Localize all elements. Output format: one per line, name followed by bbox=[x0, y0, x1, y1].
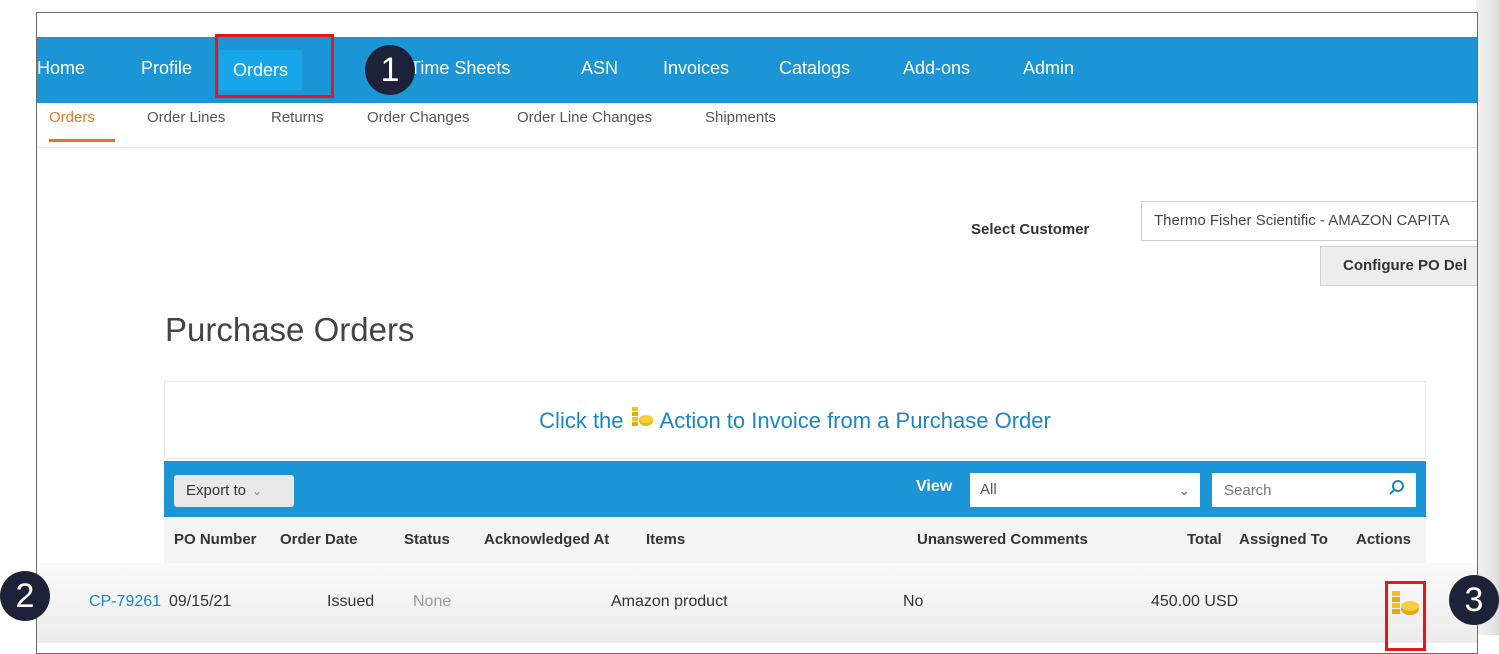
order-date-cell: 09/15/21 bbox=[169, 593, 232, 610]
nav-time-sheets[interactable]: /Time Sheets bbox=[405, 37, 510, 103]
table-row: CP-79261 09/15/21 Issued None Amazon pro… bbox=[37, 563, 1477, 643]
page-title: Purchase Orders bbox=[165, 311, 415, 348]
sub-nav: Orders Order Lines Returns Order Changes… bbox=[37, 103, 1477, 148]
nav-catalogs[interactable]: Catalogs bbox=[779, 37, 850, 103]
export-to-button[interactable]: Export to ⌄ bbox=[174, 475, 294, 507]
view-label: View bbox=[916, 478, 953, 495]
coins-icon bbox=[630, 383, 654, 461]
subnav-returns[interactable]: Returns bbox=[271, 109, 324, 126]
callout-badge-2: 2 bbox=[0, 571, 50, 621]
banner-text-after: Action to Invoice from a Purchase Order bbox=[659, 408, 1051, 433]
search-icon[interactable] bbox=[1388, 479, 1406, 502]
col-order-date[interactable]: Order Date bbox=[280, 531, 358, 548]
nav-profile[interactable]: Profile bbox=[141, 37, 192, 103]
items-cell: Amazon product bbox=[611, 593, 728, 610]
subnav-order-changes[interactable]: Order Changes bbox=[367, 109, 470, 126]
invoice-hint-banner: Click the Action to Invoice from a Purcha… bbox=[164, 381, 1426, 459]
po-number-link[interactable]: CP-79261 bbox=[89, 593, 161, 611]
col-acknowledged-at[interactable]: Acknowledged At bbox=[484, 531, 609, 548]
col-actions: Actions bbox=[1356, 531, 1412, 548]
col-status[interactable]: Status bbox=[404, 531, 450, 548]
nav-invoices[interactable]: Invoices bbox=[663, 37, 729, 103]
col-items[interactable]: Items bbox=[646, 531, 685, 548]
configure-po-delivery-button[interactable]: Configure PO Del bbox=[1320, 246, 1477, 286]
app-frame: Home Profile Orders /Time Sheets ASN Inv… bbox=[36, 12, 1478, 654]
page-edge-shadow bbox=[1476, 0, 1499, 635]
status-cell: Issued bbox=[327, 593, 375, 610]
search-input[interactable] bbox=[1212, 473, 1416, 507]
chevron-down-icon: ⌄ bbox=[1178, 482, 1190, 498]
nav-add-ons[interactable]: Add-ons bbox=[903, 37, 970, 103]
nav-home[interactable]: Home bbox=[37, 37, 85, 103]
view-select[interactable]: All ⌄ bbox=[970, 473, 1200, 507]
banner-text-before: Click the bbox=[539, 408, 624, 433]
table-header: PO Number Order Date Status Acknowledged… bbox=[164, 517, 1426, 563]
nav-admin[interactable]: Admin bbox=[1023, 37, 1074, 103]
total-cell: 450.00 USD bbox=[1151, 593, 1239, 610]
grid-toolbar: Export to ⌄ View All ⌄ bbox=[164, 461, 1426, 517]
subnav-active-underline bbox=[49, 139, 115, 142]
callout-badge-1: 1 bbox=[365, 45, 415, 95]
unanswered-comments-cell: No bbox=[903, 593, 924, 610]
col-unanswered-comments[interactable]: Unanswered Comments bbox=[917, 531, 1088, 548]
col-total[interactable]: Total bbox=[1187, 531, 1222, 548]
subnav-order-lines[interactable]: Order Lines bbox=[147, 109, 225, 126]
callout-badge-3: 3 bbox=[1449, 575, 1499, 625]
orders-highlight-box bbox=[215, 34, 334, 98]
col-assigned-to[interactable]: Assigned To bbox=[1239, 531, 1328, 548]
acknowledged-at-cell: None bbox=[413, 593, 452, 610]
customer-select[interactable]: Thermo Fisher Scientific - AMAZON CAPITA bbox=[1141, 201, 1477, 241]
view-value: All bbox=[980, 481, 997, 498]
subnav-order-line-changes[interactable]: Order Line Changes bbox=[517, 109, 652, 126]
export-label: Export to bbox=[186, 482, 247, 499]
action-highlight-box bbox=[1385, 581, 1426, 651]
subnav-shipments[interactable]: Shipments bbox=[705, 109, 776, 126]
chevron-down-icon: ⌄ bbox=[252, 484, 263, 498]
nav-asn[interactable]: ASN bbox=[581, 37, 618, 103]
select-customer-label: Select Customer bbox=[971, 221, 1090, 238]
col-po-number[interactable]: PO Number bbox=[174, 531, 257, 548]
subnav-orders[interactable]: Orders bbox=[49, 109, 95, 126]
